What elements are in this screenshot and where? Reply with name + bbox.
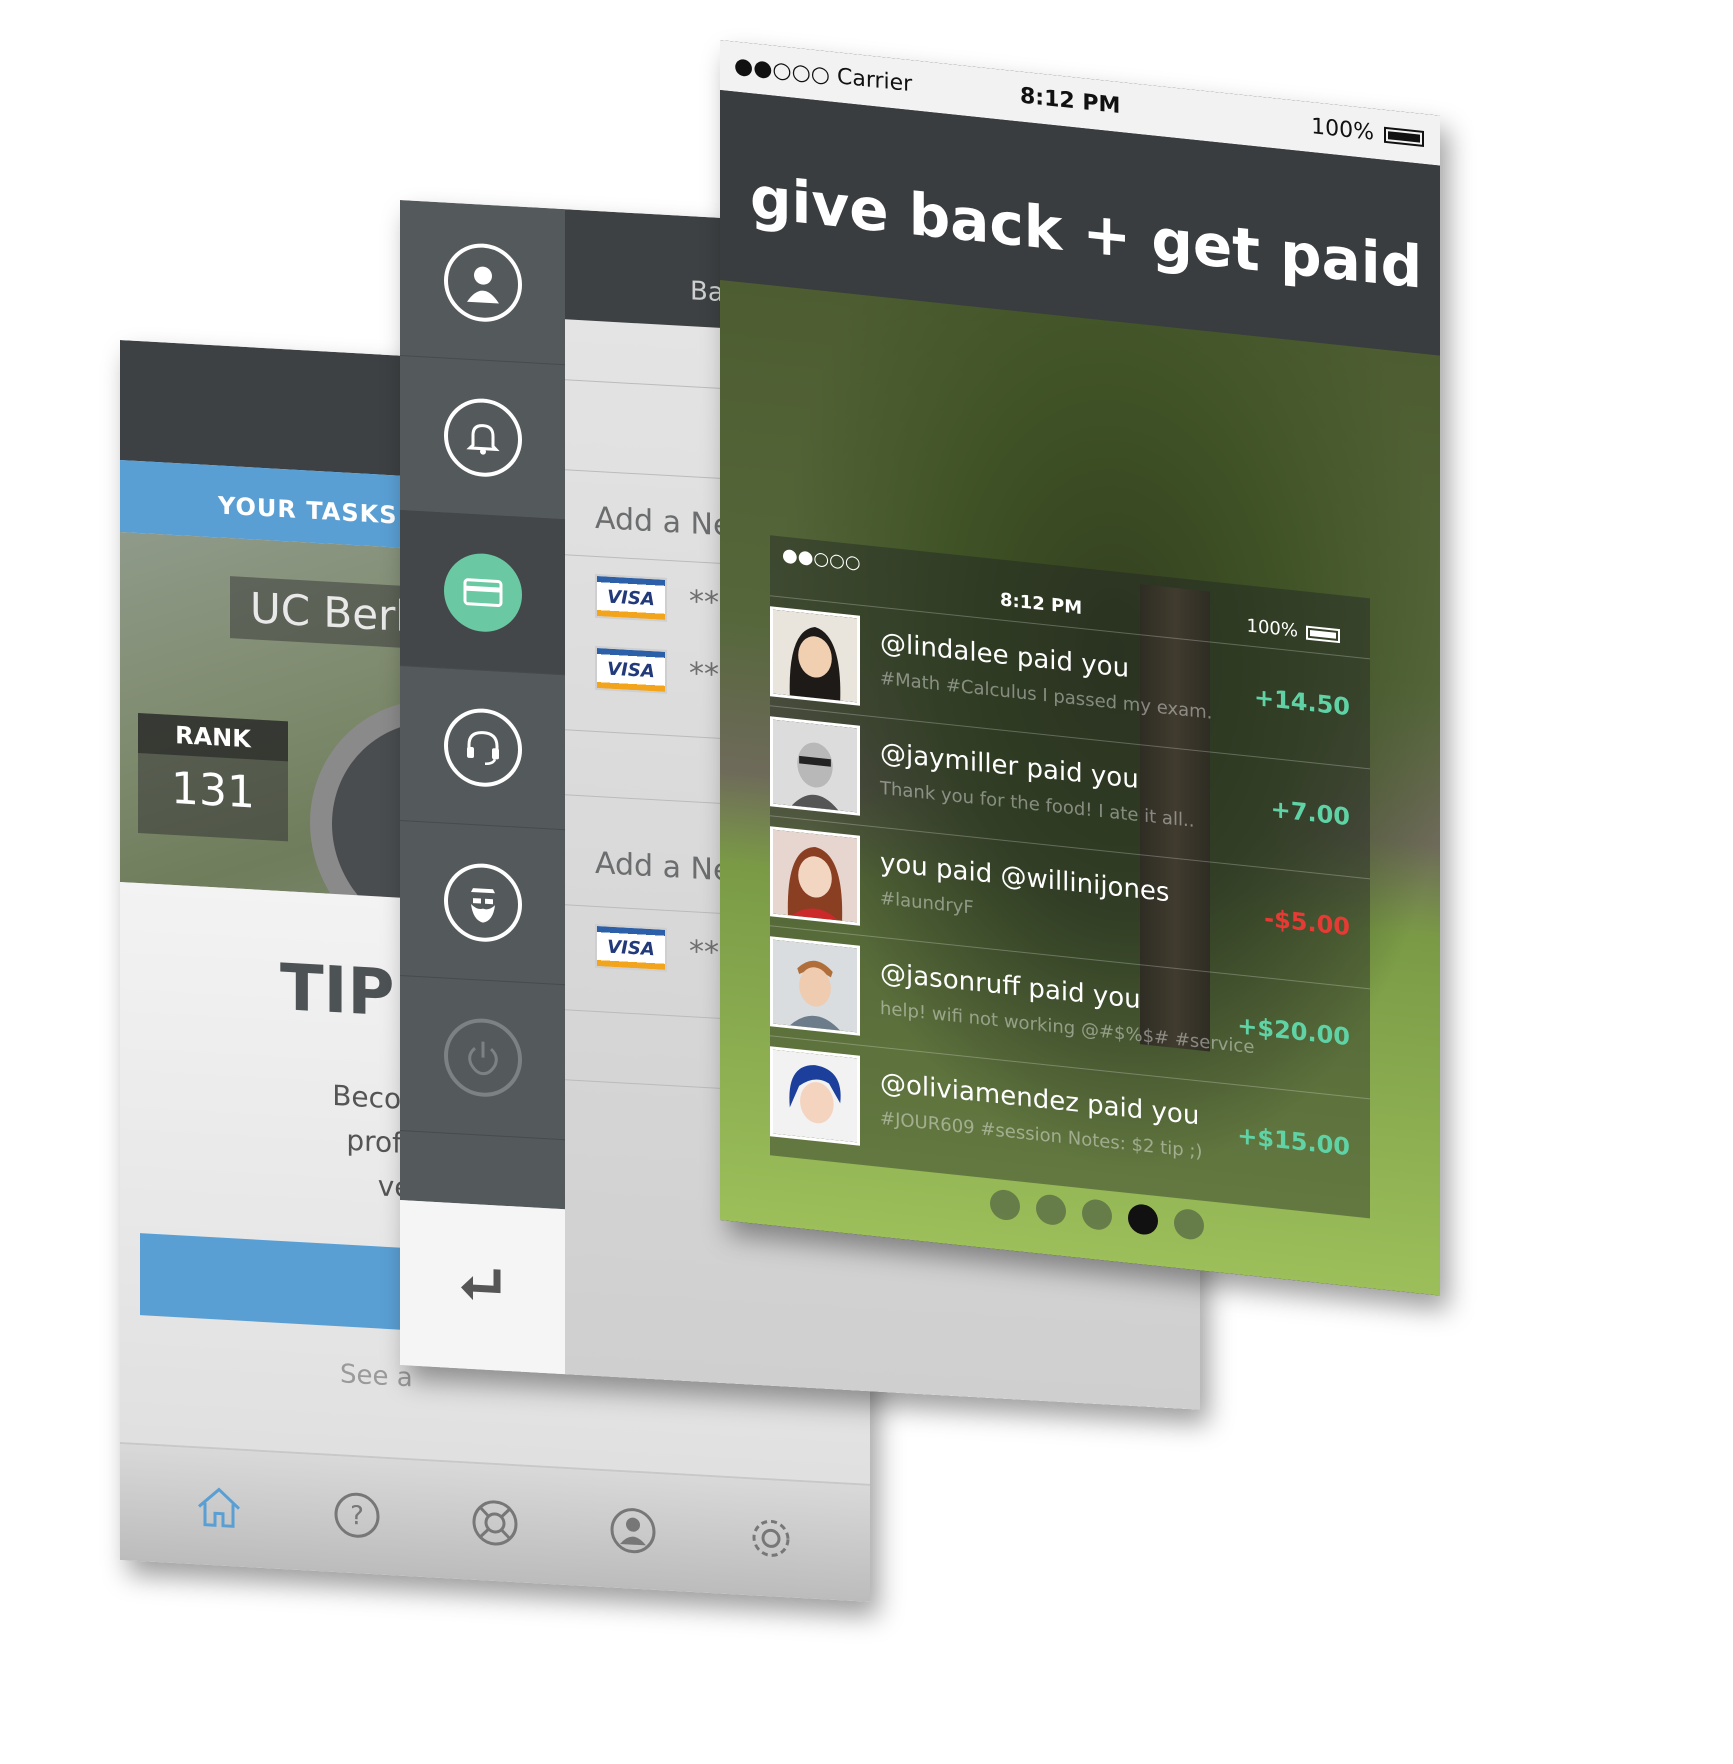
sidebar-item-support[interactable] (400, 665, 565, 831)
sidebar-item-logout[interactable] (400, 975, 565, 1141)
page-dot[interactable] (1036, 1193, 1066, 1227)
bell-icon (443, 395, 522, 479)
sidebar-item-notifications[interactable] (400, 355, 565, 521)
page-dot[interactable] (990, 1188, 1020, 1222)
battery-icon (1306, 625, 1340, 643)
rank-value: 131 (171, 762, 255, 819)
payments-title: Ba (690, 276, 724, 309)
lifebuoy-icon[interactable] (467, 1493, 523, 1552)
credit-card-icon (443, 550, 522, 634)
status-time: 8:12 PM (1020, 83, 1121, 120)
visa-logo: VISA (595, 573, 667, 622)
visa-logo: VISA (595, 645, 667, 694)
home-icon[interactable] (191, 1478, 247, 1537)
visa-logo: VISA (595, 923, 667, 972)
avatar (770, 716, 860, 816)
preview-battery-percent: 100% (1246, 615, 1298, 642)
power-icon (443, 1015, 522, 1099)
page-dot[interactable] (1082, 1198, 1112, 1232)
feed-note: #Math #Calculus I passed my exam. (880, 667, 1213, 724)
preview-battery: 100% (1247, 615, 1340, 646)
feed-note: Thank you for the food! I ate it all.. (880, 777, 1195, 832)
profile-icon[interactable] (605, 1501, 661, 1560)
feed-amount: +$15.00 (1237, 1121, 1350, 1162)
bearded-face-icon (443, 860, 522, 944)
avatar (770, 606, 860, 706)
feed-note: #laundryF (880, 887, 974, 919)
avatar (770, 1046, 860, 1146)
battery-percent: 100% (1311, 114, 1374, 146)
tagline: give back + get paid (750, 163, 1423, 302)
sidebar-item-mentor[interactable] (400, 820, 565, 986)
avatar (770, 826, 860, 926)
preview-time: 8:12 PM (1000, 589, 1083, 620)
campus-tree-photo: ●●○○○ 8:12 PM 100% @lindalee paid you #M… (720, 280, 1440, 1296)
return-arrow-icon (460, 1268, 500, 1300)
battery-icon (1384, 126, 1424, 147)
preview-signal: ●●○○○ (782, 544, 861, 574)
sidebar-item-payments[interactable] (400, 510, 565, 676)
avatar (770, 936, 860, 1036)
help-icon[interactable]: ? (329, 1486, 385, 1545)
feed-screen: ●●○○○ Carrier 8:12 PM 100% give back + g… (720, 40, 1440, 1296)
user-icon (443, 240, 522, 324)
phone-preview: ●●○○○ 8:12 PM 100% @lindalee paid you #M… (770, 535, 1370, 1219)
headset-icon (443, 705, 522, 789)
feed-amount: +7.00 (1270, 794, 1350, 832)
feed-amount: -$5.00 (1264, 904, 1350, 942)
page-dot-active[interactable] (1128, 1202, 1158, 1237)
rank-badge: RANK 131 (138, 713, 288, 842)
gear-icon[interactable] (743, 1509, 799, 1568)
svg-text:?: ? (350, 1501, 364, 1532)
tab-your-tasks[interactable]: YOUR TASKS (218, 491, 398, 529)
sidebar-item-profile[interactable] (400, 200, 565, 366)
back-button[interactable] (400, 1200, 565, 1375)
sidebar (400, 200, 565, 1210)
feed-amount: +14.50 (1253, 683, 1350, 722)
page-dot[interactable] (1174, 1207, 1204, 1241)
carrier-text: ●●○○○ Carrier (734, 53, 913, 98)
status-right: 100% (1311, 114, 1424, 151)
